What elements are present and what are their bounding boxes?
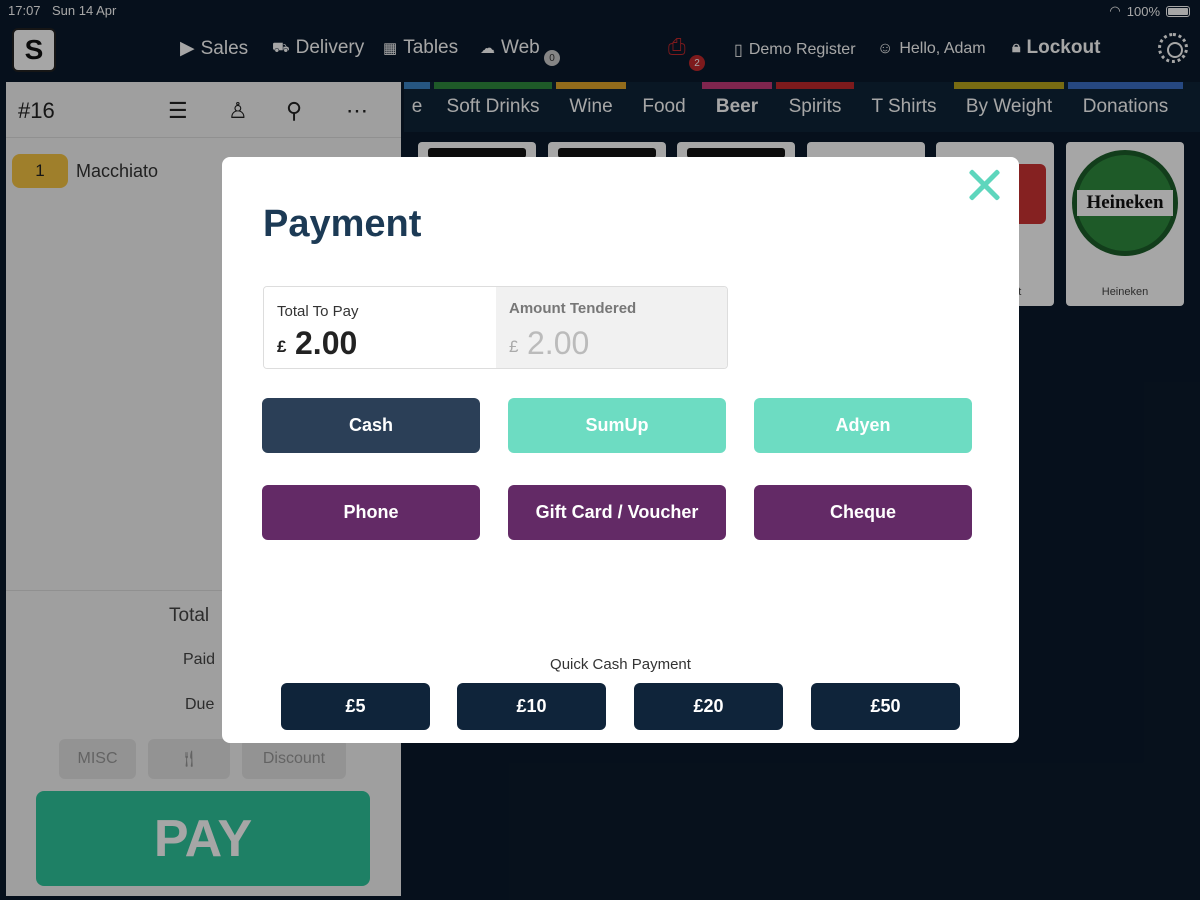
total-to-pay-value: 2.00 <box>295 325 358 361</box>
amount-summary: Total To Pay £ 2.00 Amount Tendered £ 2.… <box>263 286 728 369</box>
close-icon[interactable] <box>964 165 1004 205</box>
modal-title: Payment <box>263 203 422 245</box>
quick-cash-label: Quick Cash Payment <box>550 656 691 673</box>
quick-cash-10-button[interactable]: £10 <box>457 683 606 730</box>
gift-card-voucher-button[interactable]: Gift Card / Voucher <box>508 485 726 540</box>
amount-tendered-field[interactable]: Amount Tendered £ 2.00 <box>496 287 727 368</box>
currency-symbol: £ <box>509 337 519 356</box>
cash-button[interactable]: Cash <box>262 398 480 453</box>
payment-modal: Payment Total To Pay £ 2.00 Amount Tende… <box>222 157 1019 743</box>
cheque-button[interactable]: Cheque <box>754 485 972 540</box>
phone-button[interactable]: Phone <box>262 485 480 540</box>
total-to-pay-label: Total To Pay <box>277 303 359 320</box>
adyen-button[interactable]: Adyen <box>754 398 972 453</box>
total-to-pay: Total To Pay £ 2.00 <box>264 287 496 368</box>
quick-cash-50-button[interactable]: £50 <box>811 683 960 730</box>
quick-cash-5-button[interactable]: £5 <box>281 683 430 730</box>
quick-cash-20-button[interactable]: £20 <box>634 683 783 730</box>
amount-tendered-value: 2.00 <box>527 325 590 361</box>
sumup-button[interactable]: SumUp <box>508 398 726 453</box>
currency-symbol: £ <box>277 337 287 356</box>
amount-tendered-label: Amount Tendered <box>509 300 637 317</box>
